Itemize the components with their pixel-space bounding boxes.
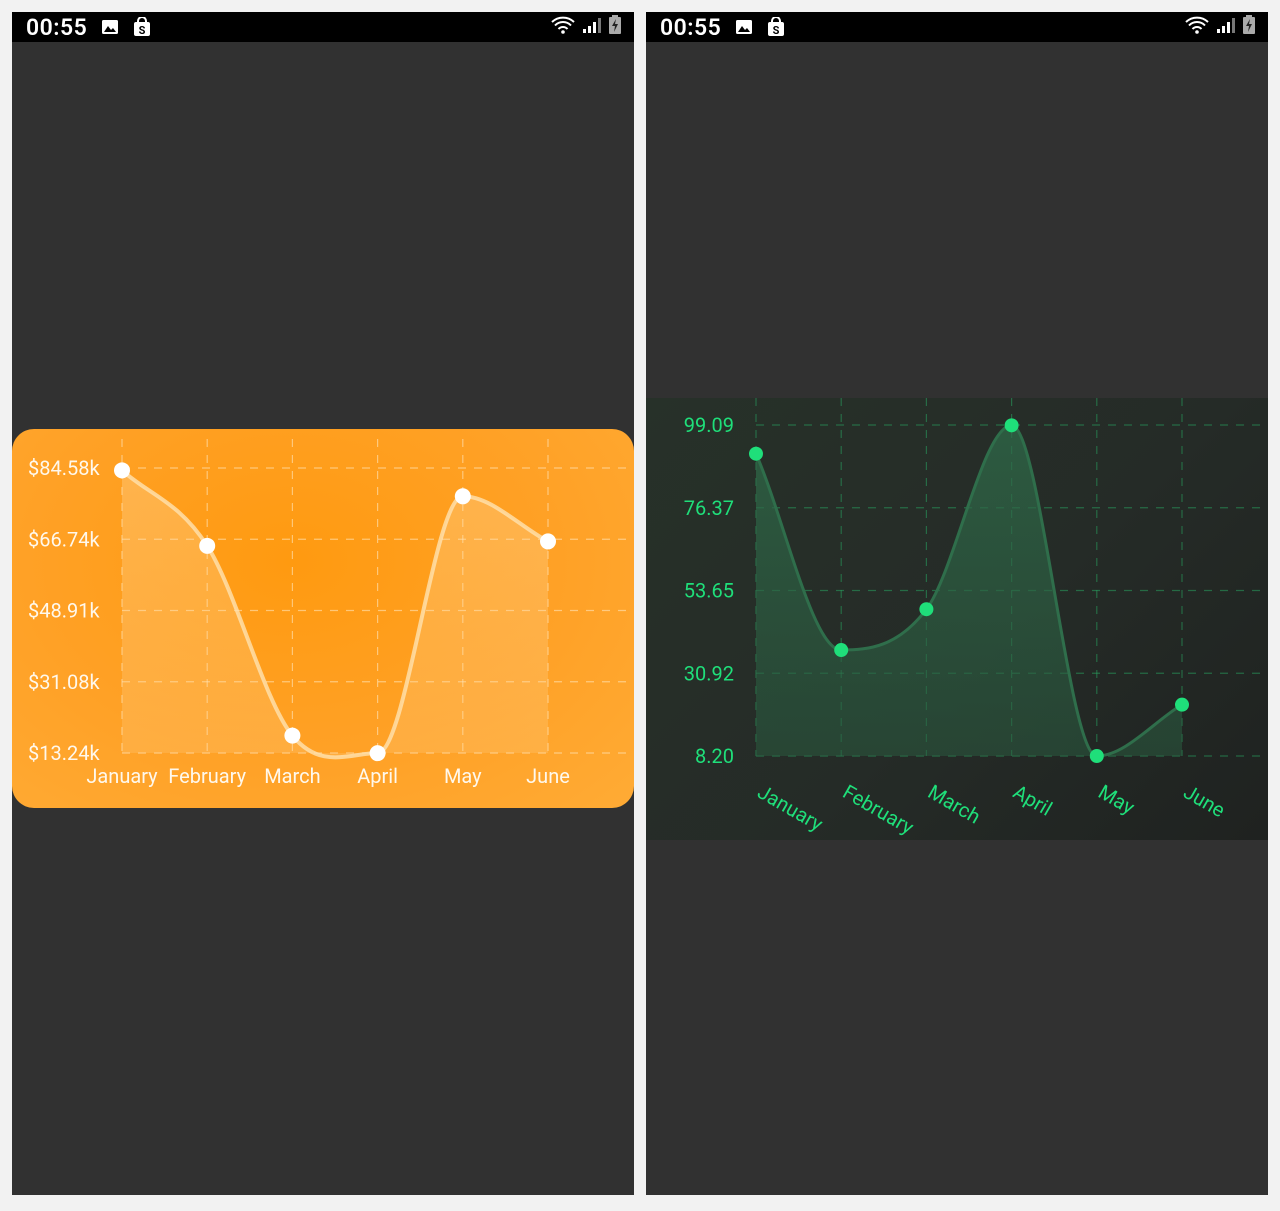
x-tick-label: May: [444, 764, 482, 788]
y-tick-label: 76.37: [684, 496, 734, 520]
x-tick-label: February: [839, 780, 919, 840]
data-point[interactable]: [454, 488, 471, 505]
y-tick-label: $48.91k: [28, 599, 100, 623]
y-tick-label: $84.58k: [28, 456, 100, 480]
data-point[interactable]: [114, 462, 130, 479]
x-tick-label: April: [357, 764, 398, 788]
status-bar: 00:55 S: [646, 12, 1268, 42]
status-bar: 00:55 S: [12, 12, 634, 42]
x-tick-label: January: [754, 780, 828, 837]
y-tick-label: $66.74k: [28, 527, 100, 551]
data-point[interactable]: [284, 727, 301, 744]
battery-charging-icon: [608, 15, 622, 39]
y-tick-label: 53.65: [684, 579, 734, 603]
orange-chart-card: $84.58k $66.74k $48.91k $31.08k $13.24k Janua…: [12, 429, 634, 808]
svg-text:S: S: [139, 24, 146, 37]
green-chart-panel: 99.09 76.37 53.65 30.92 8.20 January February M…: [646, 398, 1268, 840]
y-tick-label: 30.92: [684, 661, 734, 685]
series-area-fill: [122, 470, 548, 758]
x-tick-label: May: [1094, 780, 1139, 820]
shopping-bag-icon: S: [767, 17, 785, 37]
data-point[interactable]: [834, 643, 849, 658]
status-time: 00:55: [26, 13, 88, 41]
wifi-icon: [1184, 15, 1210, 39]
right-phone-screen: 00:55 S 99.09 76.37 53.65 30.92 8.20 January F…: [646, 12, 1268, 1195]
orange-line-chart: $84.58k $66.74k $48.91k $31.08k $13.24kJanua…: [28, 439, 634, 788]
y-tick-label: 99.09: [684, 413, 734, 437]
x-tick-label: June: [1180, 780, 1230, 823]
data-point[interactable]: [1175, 697, 1189, 712]
image-icon: [735, 19, 753, 35]
y-tick-label: 8.20: [695, 744, 734, 768]
y-tick-label: $31.08k: [28, 670, 100, 694]
battery-charging-icon: [1242, 15, 1256, 39]
x-tick-label: June: [526, 764, 570, 788]
status-time: 00:55: [660, 13, 722, 41]
data-point[interactable]: [199, 537, 216, 554]
svg-text:S: S: [773, 24, 780, 37]
x-tick-label: March: [264, 764, 320, 788]
y-tick-label: $13.24k: [28, 741, 100, 765]
left-phone-screen: 00:55 S $84.58k $66.74k $48.91k $31.08k $13.…: [12, 12, 634, 1195]
green-line-chart: 99.0976.3753.6530.928.20January February M…: [684, 398, 1268, 840]
x-tick-label: March: [924, 780, 985, 829]
data-point[interactable]: [749, 446, 763, 461]
signal-icon: [1216, 16, 1236, 38]
signal-icon: [582, 16, 602, 38]
shopping-bag-icon: S: [133, 17, 151, 37]
data-point[interactable]: [540, 533, 556, 550]
wifi-icon: [550, 15, 576, 39]
data-point[interactable]: [369, 745, 386, 762]
data-point[interactable]: [1004, 418, 1019, 433]
data-point[interactable]: [1089, 749, 1104, 763]
x-tick-label: January: [86, 764, 158, 788]
image-icon: [101, 19, 119, 35]
series-area-fill: [756, 425, 1182, 756]
x-tick-label: April: [1009, 780, 1056, 821]
data-point[interactable]: [919, 602, 934, 617]
x-tick-label: February: [168, 764, 246, 788]
